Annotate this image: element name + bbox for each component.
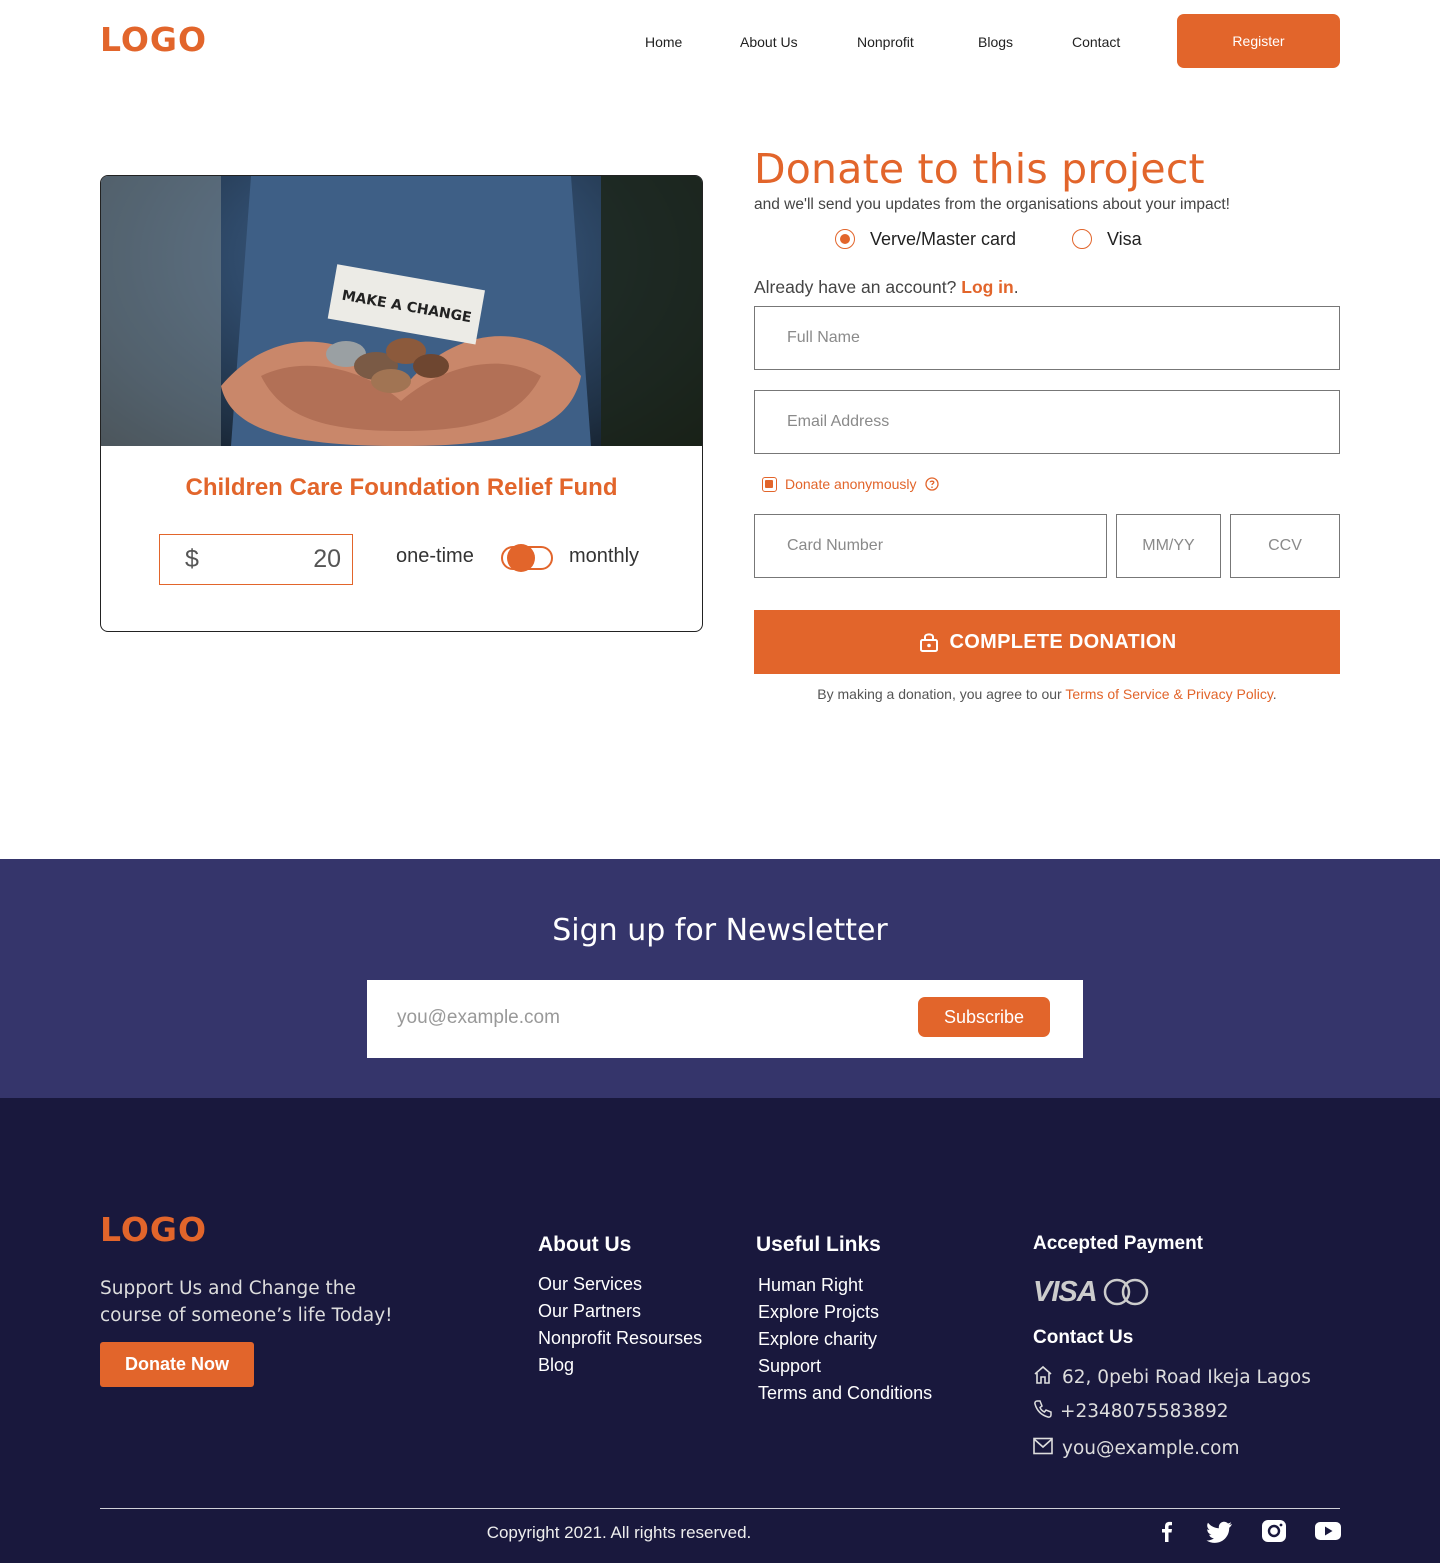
- footer-contact-heading: Contact Us: [1033, 1327, 1134, 1348]
- donate-subtitle: and we'll send you updates from the orga…: [754, 196, 1230, 213]
- expiry-input[interactable]: [1116, 514, 1221, 578]
- footer-link-blog[interactable]: Blog: [538, 1355, 574, 1376]
- project-title: Children Care Foundation Relief Fund: [185, 474, 618, 501]
- footer-link-our-partners[interactable]: Our Partners: [538, 1301, 641, 1322]
- newsletter-title: Sign up for Newsletter: [552, 913, 888, 948]
- mail-icon: [1033, 1437, 1053, 1455]
- donate-title: Donate to this project: [754, 145, 1205, 193]
- instagram-icon[interactable]: [1260, 1519, 1288, 1543]
- card-number-input[interactable]: [754, 514, 1107, 578]
- register-button[interactable]: Register: [1177, 14, 1340, 68]
- hands-with-coins-illustration: MAKE A CHANGE: [101, 176, 702, 446]
- project-photo: MAKE A CHANGE: [101, 176, 702, 446]
- footer-link-our-services[interactable]: Our Services: [538, 1274, 642, 1295]
- email-input[interactable]: [754, 390, 1340, 454]
- account-prompt-end: .: [1013, 277, 1019, 297]
- facebook-icon[interactable]: [1153, 1519, 1181, 1543]
- newsletter-form: Subscribe: [367, 980, 1083, 1058]
- footer-payment-heading: Accepted Payment: [1033, 1233, 1204, 1254]
- footer-address: 62, 0pebi Road Ikeja Lagos: [1062, 1367, 1311, 1388]
- terms-prefix: By making a donation, you agree to our: [817, 686, 1062, 702]
- nav-nonprofit[interactable]: Nonprofit: [857, 34, 914, 50]
- anonymous-checkbox[interactable]: [762, 477, 777, 492]
- newsletter-section: Sign up for Newsletter Subscribe: [0, 859, 1440, 1098]
- nav-blogs[interactable]: Blogs: [978, 34, 1013, 50]
- radio-verve-label: Verve/Master card: [870, 229, 1017, 249]
- amount-input[interactable]: $ 20: [159, 534, 353, 585]
- full-name-input[interactable]: [754, 306, 1340, 370]
- radio-visa[interactable]: [1072, 229, 1092, 249]
- currency-symbol: $: [185, 545, 199, 573]
- terms-end: .: [1272, 686, 1277, 702]
- footer-about-heading: About Us: [538, 1233, 632, 1256]
- toggle-knob: [507, 544, 535, 572]
- footer-logo[interactable]: LOGO: [100, 1210, 207, 1249]
- lock-icon: [919, 633, 938, 652]
- complete-donation-label: COMPLETE DONATION: [949, 630, 1177, 653]
- footer-link-explore-charity[interactable]: Explore charity: [758, 1329, 877, 1350]
- home-icon: [1034, 1365, 1052, 1384]
- footer-email: you@example.com: [1062, 1438, 1240, 1459]
- footer-link-human-right[interactable]: Human Right: [758, 1275, 863, 1296]
- donate-now-button[interactable]: Donate Now: [100, 1342, 254, 1387]
- amount-value: 20: [313, 545, 341, 573]
- nav-about-us[interactable]: About Us: [740, 34, 798, 50]
- one-time-label: one-time: [396, 545, 474, 567]
- footer-link-explore-projects[interactable]: Explore Projcts: [758, 1302, 879, 1323]
- monthly-label: monthly: [569, 545, 640, 567]
- footer-useful-heading: Useful Links: [756, 1233, 881, 1256]
- project-card: MAKE A CHANGE Children Care Foundation R…: [100, 175, 703, 632]
- login-link[interactable]: Log in: [961, 277, 1013, 297]
- nav-home[interactable]: Home: [645, 34, 682, 50]
- frequency-toggle[interactable]: [501, 544, 553, 572]
- terms-text: By making a donation, you agree to our T…: [754, 686, 1340, 702]
- footer-link-support[interactable]: Support: [758, 1356, 821, 1377]
- footer-phone: +2348075583892: [1060, 1401, 1229, 1422]
- logo[interactable]: LOGO: [100, 20, 207, 59]
- visa-logo-icon: VISA: [1033, 1276, 1098, 1308]
- account-prompt-text: Already have an account?: [754, 277, 957, 297]
- newsletter-email-input[interactable]: [397, 1000, 897, 1036]
- complete-donation-button[interactable]: COMPLETE DONATION: [754, 610, 1340, 674]
- terms-link[interactable]: Terms of Service & Privacy Policy: [1065, 686, 1272, 702]
- ccv-input[interactable]: [1230, 514, 1340, 578]
- nav-contact[interactable]: Contact: [1072, 34, 1120, 50]
- twitter-icon[interactable]: [1206, 1519, 1234, 1543]
- footer-divider: [100, 1508, 1340, 1509]
- radio-verve-mastercard[interactable]: [835, 229, 855, 249]
- anonymous-label: Donate anonymously: [785, 476, 917, 492]
- footer-tagline: Support Us and Change the course of some…: [100, 1278, 393, 1326]
- youtube-icon[interactable]: [1314, 1519, 1342, 1543]
- subscribe-button[interactable]: Subscribe: [918, 997, 1050, 1037]
- footer-link-terms[interactable]: Terms and Conditions: [758, 1383, 932, 1404]
- radio-visa-label: Visa: [1107, 229, 1142, 249]
- mastercard-logo-icon: [1103, 1278, 1149, 1306]
- help-icon[interactable]: [925, 477, 939, 491]
- footer-link-nonprofit-resources[interactable]: Nonprofit Resourses: [538, 1328, 702, 1349]
- phone-icon: [1034, 1400, 1052, 1418]
- footer: LOGO Support Us and Change the course of…: [0, 1098, 1440, 1563]
- account-prompt: Already have an account? Log in.: [754, 277, 1019, 298]
- copyright-text: Copyright 2021. All rights reserved.: [486, 1523, 752, 1542]
